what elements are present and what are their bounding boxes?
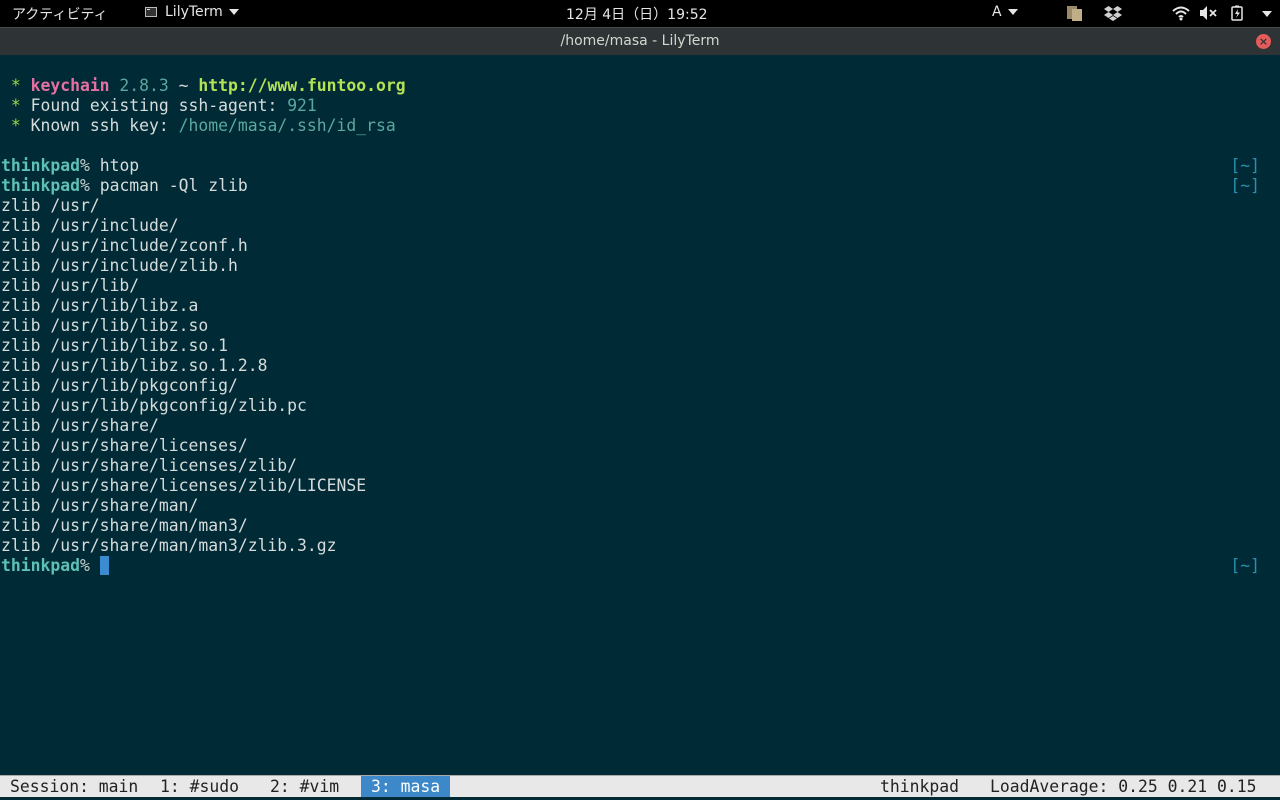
input-method-label: A [992, 4, 1002, 20]
volume-muted-icon[interactable] [1199, 5, 1217, 21]
prompt-line: thinkpad% pacman -Ql zlib [1, 176, 248, 195]
text-cursor [99, 556, 109, 575]
output-line: zlib /usr/share/licenses/zlib/LICENSE [1, 476, 367, 495]
system-menu-chevron-icon[interactable] [1262, 11, 1272, 17]
output-line: zlib /usr/share/licenses/ [1, 436, 248, 455]
output-line: zlib /usr/lib/pkgconfig/zlib.pc [1, 396, 307, 415]
output-line: zlib /usr/lib/libz.a [1, 296, 199, 315]
output-line: zlib /usr/lib/libz.so.1 [1, 336, 228, 355]
output-line: zlib /usr/include/zconf.h [1, 236, 248, 255]
output-line: zlib /usr/share/man/ [1, 496, 199, 515]
output-line: zlib /usr/lib/libz.so [1, 316, 209, 335]
window-title: /home/masa - LilyTerm [560, 33, 720, 49]
active-prompt-line[interactable]: thinkpad% [1, 556, 109, 576]
app-menu[interactable]: LilyTerm [145, 4, 239, 20]
ssh-key-line: * Known ssh key: /home/masa/.ssh/id_rsa [1, 116, 396, 135]
output-line: zlib /usr/share/ [1, 416, 159, 435]
status-hostname: thinkpad [880, 777, 959, 796]
wifi-icon[interactable] [1172, 5, 1190, 21]
battery-charging-icon[interactable] [1229, 5, 1247, 21]
input-method-menu[interactable]: A [992, 4, 1018, 20]
output-line: zlib /usr/share/licenses/zlib/ [1, 456, 298, 475]
prompt-line: thinkpad% htop [1, 156, 140, 175]
activities-button[interactable]: アクティビティ [12, 4, 108, 24]
output-line: zlib /usr/share/man/man3/zlib.3.gz [1, 536, 337, 555]
window-tab-vim[interactable]: 2: #vim [270, 776, 339, 798]
output-line: zlib /usr/lib/ [1, 276, 140, 295]
right-prompt: [~] [1230, 156, 1260, 175]
clipboard-icon[interactable] [1066, 5, 1082, 21]
close-button[interactable]: × [1256, 34, 1271, 49]
tmux-status-bar: Session: main 1: #sudo 2: #vim 3: masa t… [0, 775, 1280, 798]
ssh-agent-line: * Found existing ssh-agent: 921 [1, 96, 317, 115]
session-label: Session: main [10, 777, 139, 796]
chevron-down-icon [228, 9, 239, 15]
right-prompt: [~] [1230, 556, 1260, 575]
output-line: zlib /usr/include/ [1, 216, 179, 235]
terminal-app-icon [145, 7, 157, 17]
right-prompt: [~] [1230, 176, 1260, 195]
top-bar: アクティビティ LilyTerm 12月 4日（日）19:52 A [0, 0, 1280, 27]
output-line: zlib /usr/ [1, 196, 100, 215]
app-menu-label: LilyTerm [165, 4, 223, 20]
output-line: zlib /usr/share/man/man3/ [1, 516, 248, 535]
output-line: zlib /usr/lib/pkgconfig/ [1, 376, 238, 395]
chevron-down-icon [1007, 9, 1018, 15]
clock[interactable]: 12月 4日（日）19:52 [566, 4, 708, 24]
output-line: zlib /usr/include/zlib.h [1, 256, 238, 275]
load-average: LoadAverage: 0.25 0.21 0.15 [990, 777, 1257, 796]
window-tab-masa-active[interactable]: 3: masa [361, 776, 451, 798]
terminal-area[interactable]: * keychain 2.8.3 ~ http://www.funtoo.org… [0, 55, 1280, 775]
window-titlebar[interactable]: /home/masa - LilyTerm × [0, 27, 1280, 55]
keychain-line: * keychain 2.8.3 ~ http://www.funtoo.org [1, 76, 406, 95]
dropbox-icon[interactable] [1104, 5, 1122, 21]
window-tab-sudo[interactable]: 1: #sudo [160, 776, 239, 798]
output-line: zlib /usr/lib/libz.so.1.2.8 [1, 356, 268, 375]
